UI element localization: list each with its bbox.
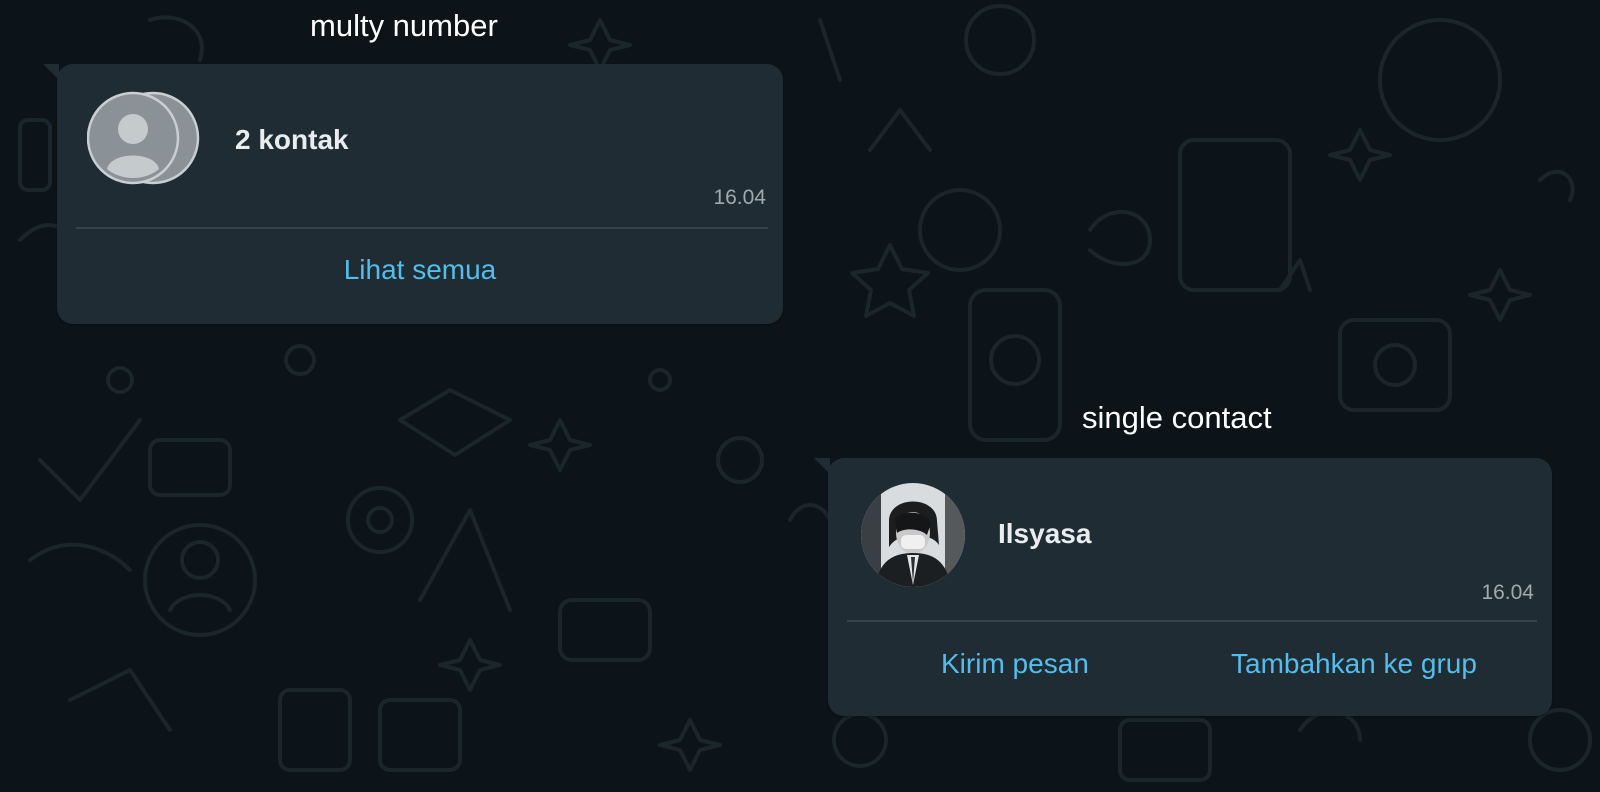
caption-multi-number: multy number <box>310 8 498 43</box>
bubble-tail <box>43 64 59 80</box>
bubble-tail <box>814 458 830 474</box>
caption-single-contact: single contact <box>1082 400 1272 435</box>
contact-name: Ilsyasa <box>998 518 1092 549</box>
add-to-group-button[interactable]: Tambahkan ke grup <box>1231 648 1477 680</box>
contact-count-title: 2 kontak <box>235 124 349 155</box>
bubble-divider <box>847 620 1537 622</box>
message-timestamp: 16.04 <box>1481 581 1534 604</box>
view-all-button[interactable]: Lihat semua <box>57 254 783 286</box>
send-message-button[interactable]: Kirim pesan <box>941 648 1089 680</box>
single-contact-bubble[interactable]: Ilsyasa 16.04 Kirim pesan Tambahkan ke g… <box>814 458 1552 716</box>
multi-contact-bubble[interactable]: 2 kontak 16.04 Lihat semua <box>43 64 783 324</box>
bubble-divider <box>76 227 768 229</box>
default-avatar-stack-icon <box>86 91 202 185</box>
contact-photo <box>861 483 965 587</box>
message-timestamp: 16.04 <box>713 186 766 209</box>
